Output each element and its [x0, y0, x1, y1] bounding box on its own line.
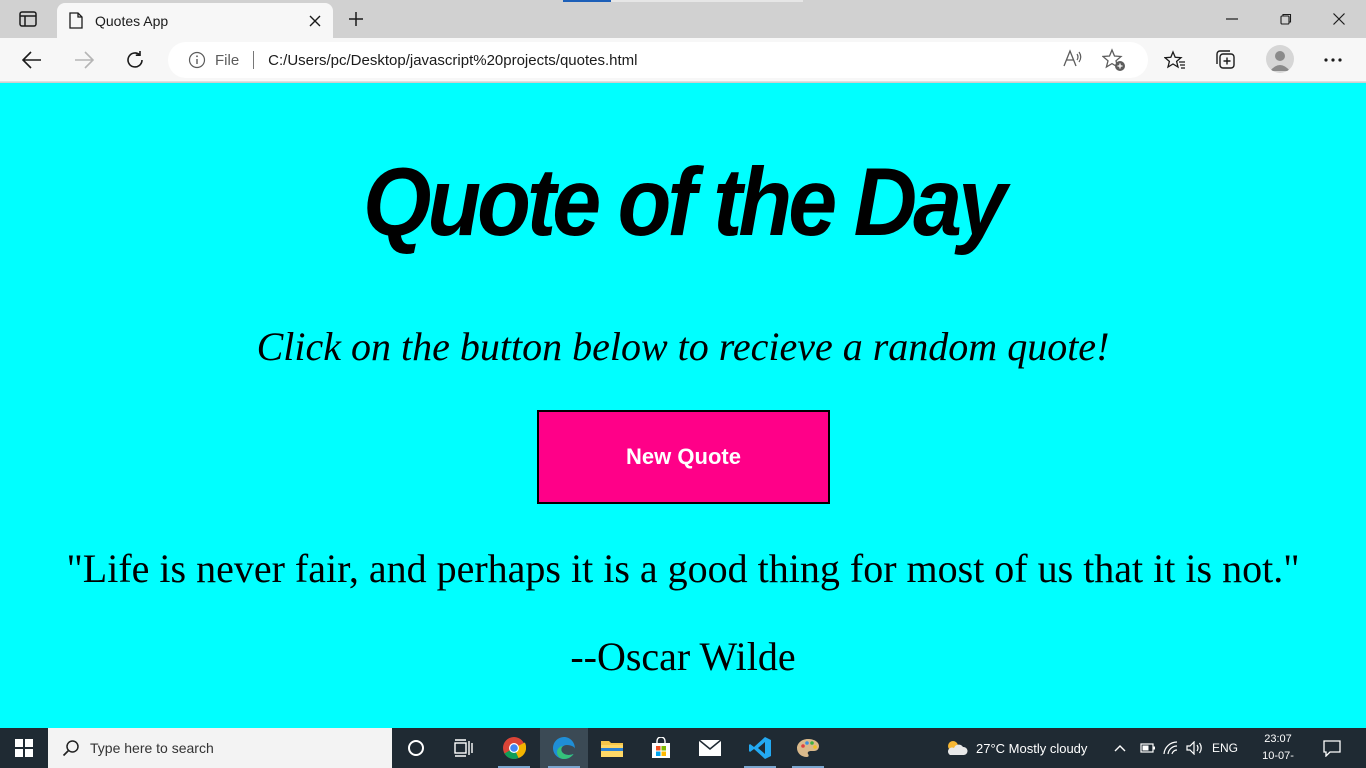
chrome-taskbar-button[interactable]: [490, 728, 538, 768]
collections-icon: [1216, 50, 1235, 69]
edge-icon: [553, 737, 575, 759]
restore-icon: [1280, 13, 1292, 25]
weather-text: 27°C Mostly cloudy: [976, 740, 1088, 756]
arrow-right-icon: [75, 51, 94, 69]
show-hidden-icons-button[interactable]: [1114, 728, 1126, 768]
info-icon[interactable]: [188, 51, 206, 69]
new-quote-button[interactable]: New Quote: [537, 410, 830, 504]
cloudy-icon: [947, 741, 968, 755]
arrow-left-icon: [22, 51, 41, 69]
search-placeholder: Type here to search: [90, 740, 214, 756]
page-icon: [69, 12, 83, 29]
taskbar-clock[interactable]: 23:07 10-07-2022: [1250, 731, 1306, 768]
user-icon: [1270, 51, 1290, 71]
notifications-button[interactable]: [1322, 728, 1342, 768]
clock-time: 23:07: [1264, 733, 1292, 745]
forward-button[interactable]: [66, 42, 102, 78]
tab-close-button[interactable]: [301, 7, 329, 35]
battery-icon: [1140, 743, 1155, 753]
address-scheme: File: [215, 51, 240, 69]
chevron-up-icon: [1114, 745, 1126, 752]
minimize-button[interactable]: [1205, 0, 1259, 38]
store-icon: [652, 737, 670, 758]
tab-quotes-app[interactable]: Quotes App: [57, 3, 333, 38]
taskbar-search-box[interactable]: Type here to search: [48, 728, 392, 768]
refresh-button[interactable]: [117, 42, 153, 78]
quote-text: "Life is never fair, and perhaps it is a…: [66, 546, 1300, 591]
volume-control[interactable]: [1186, 728, 1204, 768]
mail-button[interactable]: [686, 728, 734, 768]
cortana-icon: [408, 740, 424, 756]
collections-button[interactable]: [1208, 42, 1244, 78]
taskbar: Type here to search 27°C Mostly cloudy E…: [0, 728, 1366, 768]
address-bar[interactable]: File C:/Users/pc/Desktop/javascript%20pr…: [168, 42, 1148, 78]
edge-taskbar-button[interactable]: [540, 728, 588, 768]
task-view-button[interactable]: [440, 728, 488, 768]
settings-menu-button[interactable]: [1315, 42, 1351, 78]
battery-status[interactable]: [1140, 728, 1156, 768]
tab-actions-icon: [19, 11, 37, 27]
minimize-icon: [1226, 18, 1238, 20]
paint-taskbar-button[interactable]: [784, 728, 832, 768]
tab-actions-button[interactable]: [8, 6, 48, 32]
notification-icon: [1323, 740, 1341, 757]
back-button[interactable]: [14, 42, 50, 78]
read-aloud-button[interactable]: [1062, 48, 1084, 75]
refresh-icon: [127, 51, 143, 68]
windows-logo-icon: [15, 739, 33, 757]
drag-indicator: [563, 0, 611, 2]
close-icon: [1333, 13, 1345, 25]
browser-titlebar: Quotes App: [0, 0, 1366, 38]
task-view-icon: [454, 739, 473, 757]
close-icon: [309, 15, 321, 26]
wifi-icon: [1163, 741, 1178, 755]
page-subtitle: Click on the button below to recieve a r…: [256, 324, 1110, 369]
file-explorer-button[interactable]: [588, 728, 636, 768]
restore-button[interactable]: [1259, 0, 1313, 38]
speaker-icon: [1186, 741, 1202, 755]
network-status[interactable]: [1163, 728, 1179, 768]
drag-indicator-track: [611, 0, 803, 2]
quote-author: --Oscar Wilde: [570, 634, 796, 679]
address-url[interactable]: C:/Users/pc/Desktop/javascript%20project…: [268, 52, 637, 69]
language-indicator[interactable]: ENG: [1212, 728, 1238, 768]
vscode-taskbar-button[interactable]: [736, 728, 784, 768]
star-plus-icon: [1101, 48, 1125, 71]
store-button[interactable]: [637, 728, 685, 768]
new-tab-button[interactable]: [340, 5, 372, 33]
page-content: Quote of the Day Click on the button bel…: [0, 83, 1366, 728]
chrome-icon: [503, 737, 526, 759]
address-separator: [253, 51, 255, 69]
start-button[interactable]: [0, 728, 48, 768]
favorites-icon: [1164, 50, 1185, 69]
browser-toolbar: File C:/Users/pc/Desktop/javascript%20pr…: [0, 38, 1366, 82]
weather-widget[interactable]: 27°C Mostly cloudy: [944, 728, 1087, 768]
favorites-button[interactable]: [1157, 42, 1193, 78]
plus-icon: [349, 12, 363, 26]
mail-icon: [698, 739, 722, 756]
close-window-button[interactable]: [1312, 0, 1366, 38]
page-title: Quote of the Day: [362, 147, 1007, 256]
vscode-icon: [749, 737, 771, 759]
add-favorite-button[interactable]: [1101, 48, 1126, 77]
palette-icon: [797, 739, 819, 757]
folder-icon: [601, 741, 623, 757]
clock-date: 10-07-2022: [1262, 750, 1294, 768]
profile-avatar[interactable]: [1266, 45, 1294, 73]
cortana-button[interactable]: [392, 728, 440, 768]
tab-title: Quotes App: [95, 12, 169, 29]
more-icon: [1324, 58, 1342, 62]
read-aloud-icon: [1063, 49, 1082, 67]
search-icon: [62, 740, 79, 757]
